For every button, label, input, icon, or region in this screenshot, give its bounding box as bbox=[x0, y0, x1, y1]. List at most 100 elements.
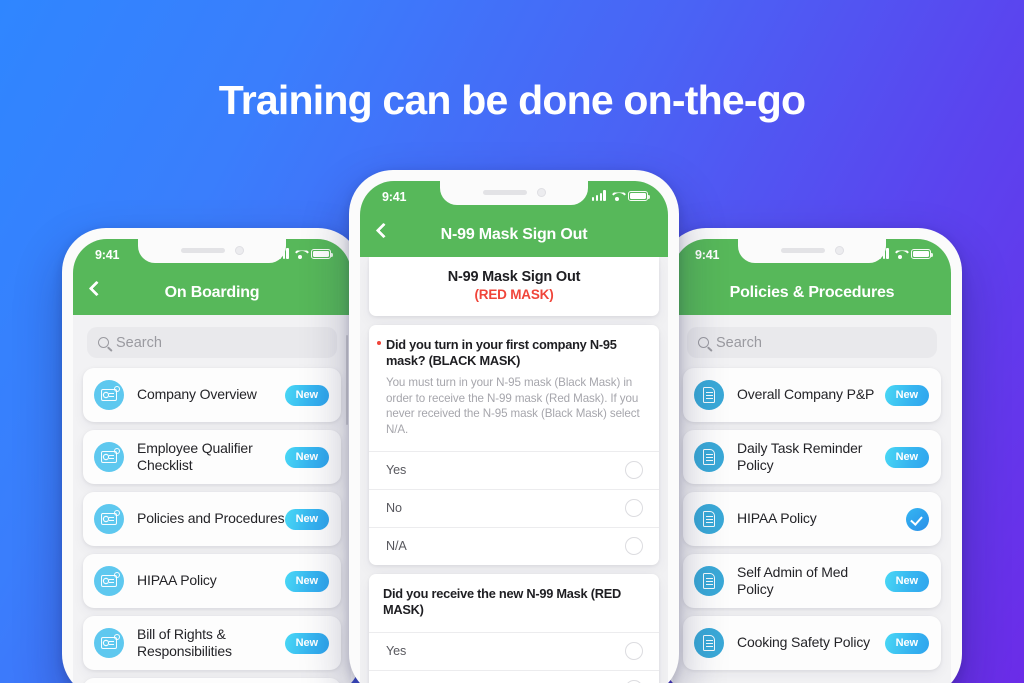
chevron-left-icon[interactable] bbox=[375, 222, 392, 239]
status-badge: New bbox=[284, 508, 329, 530]
phone-center-survey: 9:41 N-99 Mask Sign Out N-99 Mask Sign O… bbox=[349, 170, 679, 683]
question-help-text: You must turn in your N-95 mask (Black M… bbox=[386, 375, 640, 437]
phone-right-screen: 9:41 Policies & Procedures Search Overal… bbox=[673, 239, 951, 683]
question-text: Did you turn in your first company N-95 … bbox=[386, 337, 617, 369]
survey-form: N-99 Mask Sign Out (RED MASK) Did you tu… bbox=[360, 257, 668, 683]
wifi-icon bbox=[293, 248, 307, 259]
option-row[interactable]: N/A bbox=[369, 526, 659, 565]
list-item[interactable]: Policies and Procedures New bbox=[83, 492, 341, 546]
form-header-card: N-99 Mask Sign Out (RED MASK) bbox=[369, 257, 659, 316]
search-icon bbox=[698, 337, 709, 348]
list-item-label: Policies and Procedures bbox=[137, 510, 285, 527]
list-item-label: Company Overview bbox=[137, 386, 257, 403]
id-card-icon bbox=[94, 628, 124, 658]
list-item[interactable]: Overall Company P&P New bbox=[683, 368, 941, 422]
radio-button[interactable] bbox=[625, 642, 643, 661]
id-card-icon bbox=[94, 442, 124, 472]
policies-list: Search Overall Company P&P New Daily Tas… bbox=[673, 327, 951, 683]
front-camera-icon bbox=[234, 246, 244, 255]
form-title: N-99 Mask Sign Out bbox=[447, 269, 581, 285]
status-badge: New bbox=[884, 570, 929, 592]
chevron-left-icon[interactable] bbox=[88, 280, 105, 297]
document-icon bbox=[694, 628, 724, 658]
scrollbar[interactable] bbox=[345, 335, 348, 425]
list-item[interactable]: Daily Task Reminder Policy New bbox=[683, 430, 941, 484]
list-item[interactable]: Employee Qualifier Checklist New bbox=[83, 430, 341, 484]
list-item[interactable]: HIPAA Policy bbox=[683, 492, 941, 546]
id-card-icon bbox=[94, 380, 124, 410]
status-badge: New bbox=[884, 632, 929, 654]
document-icon bbox=[694, 442, 724, 472]
front-camera-icon bbox=[536, 188, 546, 197]
status-time: 9:41 bbox=[95, 248, 120, 262]
wifi-icon bbox=[893, 248, 907, 259]
phone-left-onboarding: 9:41 On Boarding Search Company Overview… bbox=[62, 228, 362, 683]
list-item-label: Cooking Safety Policy bbox=[737, 634, 871, 651]
list-item[interactable]: Promotional/Training New bbox=[83, 678, 341, 683]
cellular-signal-icon bbox=[591, 190, 606, 201]
page-title: Training can be done on-the-go bbox=[218, 77, 806, 123]
question-card: Did you receive the new N-99 Mask (RED M… bbox=[369, 573, 659, 683]
list-item[interactable]: Cooking Safety Policy New bbox=[683, 616, 941, 670]
list-item-label: HIPAA Policy bbox=[137, 572, 217, 589]
question-header: Did you receive the new N-99 Mask (RED M… bbox=[369, 574, 659, 632]
option-row[interactable]: No bbox=[369, 669, 659, 683]
status-badge: New bbox=[284, 384, 329, 406]
device-notch bbox=[738, 239, 886, 263]
search-icon bbox=[98, 337, 109, 348]
nav-bar: On Boarding bbox=[73, 271, 351, 315]
list-item[interactable]: Self Admin of Med Policy New bbox=[683, 554, 941, 608]
radio-button[interactable] bbox=[625, 499, 643, 518]
status-badge: New bbox=[884, 384, 929, 406]
status-badge: New bbox=[284, 632, 329, 654]
search-placeholder: Search bbox=[116, 334, 162, 351]
status-badge: New bbox=[884, 446, 929, 468]
search-placeholder: Search bbox=[716, 334, 762, 351]
nav-bar: N-99 Mask Sign Out bbox=[360, 213, 668, 257]
status-bar: 9:41 bbox=[73, 239, 351, 271]
document-icon bbox=[694, 504, 724, 534]
phone-right-policies: 9:41 Policies & Procedures Search Overal… bbox=[662, 228, 962, 683]
list-item-label: Bill of Rights & Responsibilities bbox=[137, 625, 232, 659]
list-item-label: Overall Company P&P bbox=[737, 386, 875, 403]
status-time: 9:41 bbox=[382, 190, 407, 204]
status-indicators bbox=[591, 190, 650, 201]
device-notch bbox=[440, 181, 588, 205]
option-row[interactable]: Yes bbox=[369, 450, 659, 489]
id-card-icon bbox=[94, 504, 124, 534]
option-label: N/A bbox=[386, 539, 407, 554]
wifi-icon bbox=[610, 190, 624, 201]
onboarding-list: Search Company Overview New Employee Qua… bbox=[73, 327, 351, 683]
list-item-label: Self Admin of Med Policy bbox=[737, 563, 849, 597]
option-row[interactable]: No bbox=[369, 488, 659, 527]
front-camera-icon bbox=[834, 246, 844, 255]
list-item-label: HIPAA Policy bbox=[737, 510, 817, 527]
list-item[interactable]: Company Overview New bbox=[83, 368, 341, 422]
question-text: Did you receive the new N-99 Mask (RED M… bbox=[383, 585, 621, 618]
list-item-label: Daily Task Reminder Policy bbox=[737, 439, 863, 473]
option-label: Yes bbox=[386, 463, 407, 478]
radio-button[interactable] bbox=[625, 537, 643, 556]
nav-title: Policies & Procedures bbox=[729, 284, 895, 301]
speaker-grille bbox=[780, 248, 825, 253]
option-label: Yes bbox=[386, 644, 407, 659]
option-row[interactable]: Yes bbox=[369, 631, 659, 670]
question-card: Did you turn in your first company N-95 … bbox=[369, 325, 659, 565]
search-input[interactable]: Search bbox=[687, 327, 937, 358]
option-label: No bbox=[386, 501, 402, 516]
speaker-grille bbox=[180, 248, 225, 253]
phone-left-screen: 9:41 On Boarding Search Company Overview… bbox=[73, 239, 351, 683]
search-input[interactable]: Search bbox=[87, 327, 337, 358]
form-subtitle: (RED MASK) bbox=[474, 287, 554, 302]
speaker-grille bbox=[482, 190, 527, 195]
battery-icon bbox=[311, 248, 333, 259]
list-item[interactable]: HIPAA Policy New bbox=[83, 554, 341, 608]
status-bar: 9:41 bbox=[673, 239, 951, 271]
document-icon bbox=[694, 566, 724, 596]
device-notch bbox=[138, 239, 286, 263]
status-time: 9:41 bbox=[695, 248, 720, 262]
list-item[interactable]: Bill of Rights & Responsibilities New bbox=[83, 616, 341, 670]
status-bar: 9:41 bbox=[360, 181, 668, 213]
promo-graphic: Training can be done on-the-go 9:41 On B… bbox=[0, 0, 1024, 683]
radio-button[interactable] bbox=[625, 461, 643, 480]
